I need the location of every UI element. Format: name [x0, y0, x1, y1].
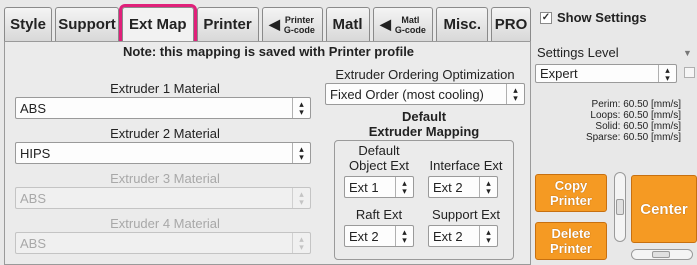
show-settings-label: Show Settings — [557, 10, 647, 25]
select-value: Ext 2 — [433, 179, 463, 195]
copy-printer-button[interactable]: Copy Printer — [535, 174, 607, 212]
tab-misc[interactable]: Misc. — [436, 7, 488, 41]
tab-label-top: Matl — [401, 14, 420, 25]
tab-label: PRO — [494, 16, 528, 33]
updown-arrow-icon: ▴ ▾ — [506, 84, 524, 104]
tab-bar: Style Support Ext Map Printer ◀ Printer … — [4, 3, 531, 44]
stat-perim: Perim: 60.50 [mm/s] — [591, 99, 681, 110]
extruder-3-select: ABS ▴ ▾ — [15, 187, 311, 209]
tab-matl[interactable]: Matl — [325, 7, 370, 41]
support-ext-label: Support Ext — [432, 207, 500, 222]
scroll-thumb[interactable] — [652, 251, 670, 258]
extruder-1-label: Extruder 1 Material — [110, 81, 220, 96]
select-value: Ext 2 — [349, 228, 379, 244]
select-value: ABS — [20, 100, 47, 116]
updown-arrow-icon: ▴ ▾ — [479, 177, 497, 197]
tab-matl-gcode[interactable]: ◀ Matl G-code — [372, 7, 434, 41]
tab-label-top: Printer — [284, 14, 314, 25]
updown-arrow-icon: ▴ ▾ — [292, 143, 310, 163]
raft-ext-select[interactable]: Ext 2 ▴ ▾ — [344, 225, 414, 247]
select-value: Ext 2 — [433, 228, 463, 244]
button-label-1: Delete — [551, 226, 591, 241]
center-button-label: Center — [640, 200, 688, 218]
extruder-2-label: Extruder 2 Material — [110, 126, 220, 141]
updown-arrow-icon: ▴ ▾ — [292, 98, 310, 118]
updown-arrow-icon: ▴ ▾ — [292, 188, 310, 208]
ordering-select[interactable]: Fixed Order (most cooling) ▴ ▾ — [325, 83, 525, 105]
button-label-2: Printer — [550, 241, 592, 256]
stat-sparse: Sparse: 60.50 [mm/s] — [585, 132, 681, 143]
support-ext-select[interactable]: Ext 2 ▴ ▾ — [428, 225, 498, 247]
default-mapping-group: Default Object Ext Ext 1 ▴ ▾ Interface Ex… — [334, 140, 514, 260]
extruder-4-label: Extruder 4 Material — [110, 216, 220, 231]
left-arrow-icon: ◀ — [269, 16, 280, 32]
extruder-1-select[interactable]: ABS ▴ ▾ — [15, 97, 311, 119]
stat-solid: Solid: 60.50 [mm/s] — [595, 121, 681, 132]
small-box-icon[interactable] — [684, 67, 695, 78]
object-ext-label-1: Default — [358, 143, 400, 158]
tab-label: Printer — [203, 16, 252, 33]
button-label-2: Printer — [550, 193, 592, 208]
select-value: ABS — [20, 235, 47, 251]
updown-arrow-icon: ▴ ▾ — [658, 65, 676, 82]
settings-level-select[interactable]: Expert ▴ ▾ — [535, 64, 677, 83]
ext-map-panel: Note: this mapping is saved with Printer… — [4, 41, 531, 265]
updown-arrow-icon: ▴ ▾ — [479, 226, 497, 246]
interface-ext-select[interactable]: Ext 2 ▴ ▾ — [428, 176, 498, 198]
tab-printer-gcode[interactable]: ◀ Printer G-code — [261, 7, 323, 41]
tab-pro[interactable]: PRO — [491, 7, 531, 41]
horizontal-scrollbar[interactable] — [631, 249, 693, 260]
left-arrow-icon: ◀ — [380, 16, 391, 32]
tab-ext-map[interactable]: Ext Map — [119, 4, 197, 44]
tab-label: Matl — [332, 16, 363, 33]
updown-arrow-icon: ▴ ▾ — [395, 226, 413, 246]
settings-level-label: Settings Level — [537, 45, 619, 60]
select-value: HIPS — [20, 145, 51, 161]
select-value: ABS — [20, 190, 47, 206]
raft-ext-label: Raft Ext — [355, 207, 403, 222]
tab-label-bottom: G-code — [283, 24, 315, 35]
vertical-scrollbar[interactable] — [614, 172, 626, 242]
right-panel: ✓ Show Settings Settings Level ▼ Expert … — [532, 0, 697, 265]
extruder-2-select[interactable]: HIPS ▴ ▾ — [15, 142, 311, 164]
default-mapping-title-2: Extruder Mapping — [368, 124, 480, 139]
triangle-down-icon[interactable]: ▼ — [683, 48, 692, 58]
interface-ext-label: Interface Ext — [429, 158, 503, 173]
checkmark-icon[interactable]: ✓ — [540, 11, 552, 24]
center-button[interactable]: Center — [631, 175, 697, 243]
stat-loops: Loops: 60.50 [mm/s] — [590, 110, 681, 121]
select-value: Expert — [540, 66, 578, 81]
default-mapping-title-1: Default — [401, 109, 447, 124]
updown-arrow-icon: ▴ ▾ — [292, 233, 310, 253]
speed-stats: Perim: 60.50 [mm/s] Loops: 60.50 [mm/s] … — [537, 99, 681, 143]
select-value: Fixed Order (most cooling) — [330, 86, 484, 102]
tab-label: Support — [58, 16, 116, 33]
extruder-4-select: ABS ▴ ▾ — [15, 232, 311, 254]
scroll-thumb[interactable] — [616, 199, 624, 215]
updown-arrow-icon: ▴ ▾ — [395, 177, 413, 197]
select-value: Ext 1 — [349, 179, 379, 195]
mapping-note: Note: this mapping is saved with Printer… — [122, 44, 415, 59]
delete-printer-button[interactable]: Delete Printer — [535, 222, 607, 260]
ordering-label: Extruder Ordering Optimization — [335, 67, 515, 82]
tab-printer[interactable]: Printer — [196, 7, 259, 41]
tab-label-bottom: G-code — [394, 24, 426, 35]
tab-support[interactable]: Support — [55, 7, 119, 41]
object-ext-label-2: Object Ext — [349, 158, 409, 173]
show-settings-toggle[interactable]: ✓ Show Settings — [540, 10, 647, 25]
tab-label: Ext Map — [129, 16, 187, 33]
tab-label: Misc. — [443, 16, 481, 33]
object-ext-select[interactable]: Ext 1 ▴ ▾ — [344, 176, 414, 198]
extruder-3-label: Extruder 3 Material — [110, 171, 220, 186]
tab-label: Style — [10, 16, 46, 33]
tab-style[interactable]: Style — [4, 7, 52, 41]
button-label-1: Copy — [554, 178, 588, 193]
